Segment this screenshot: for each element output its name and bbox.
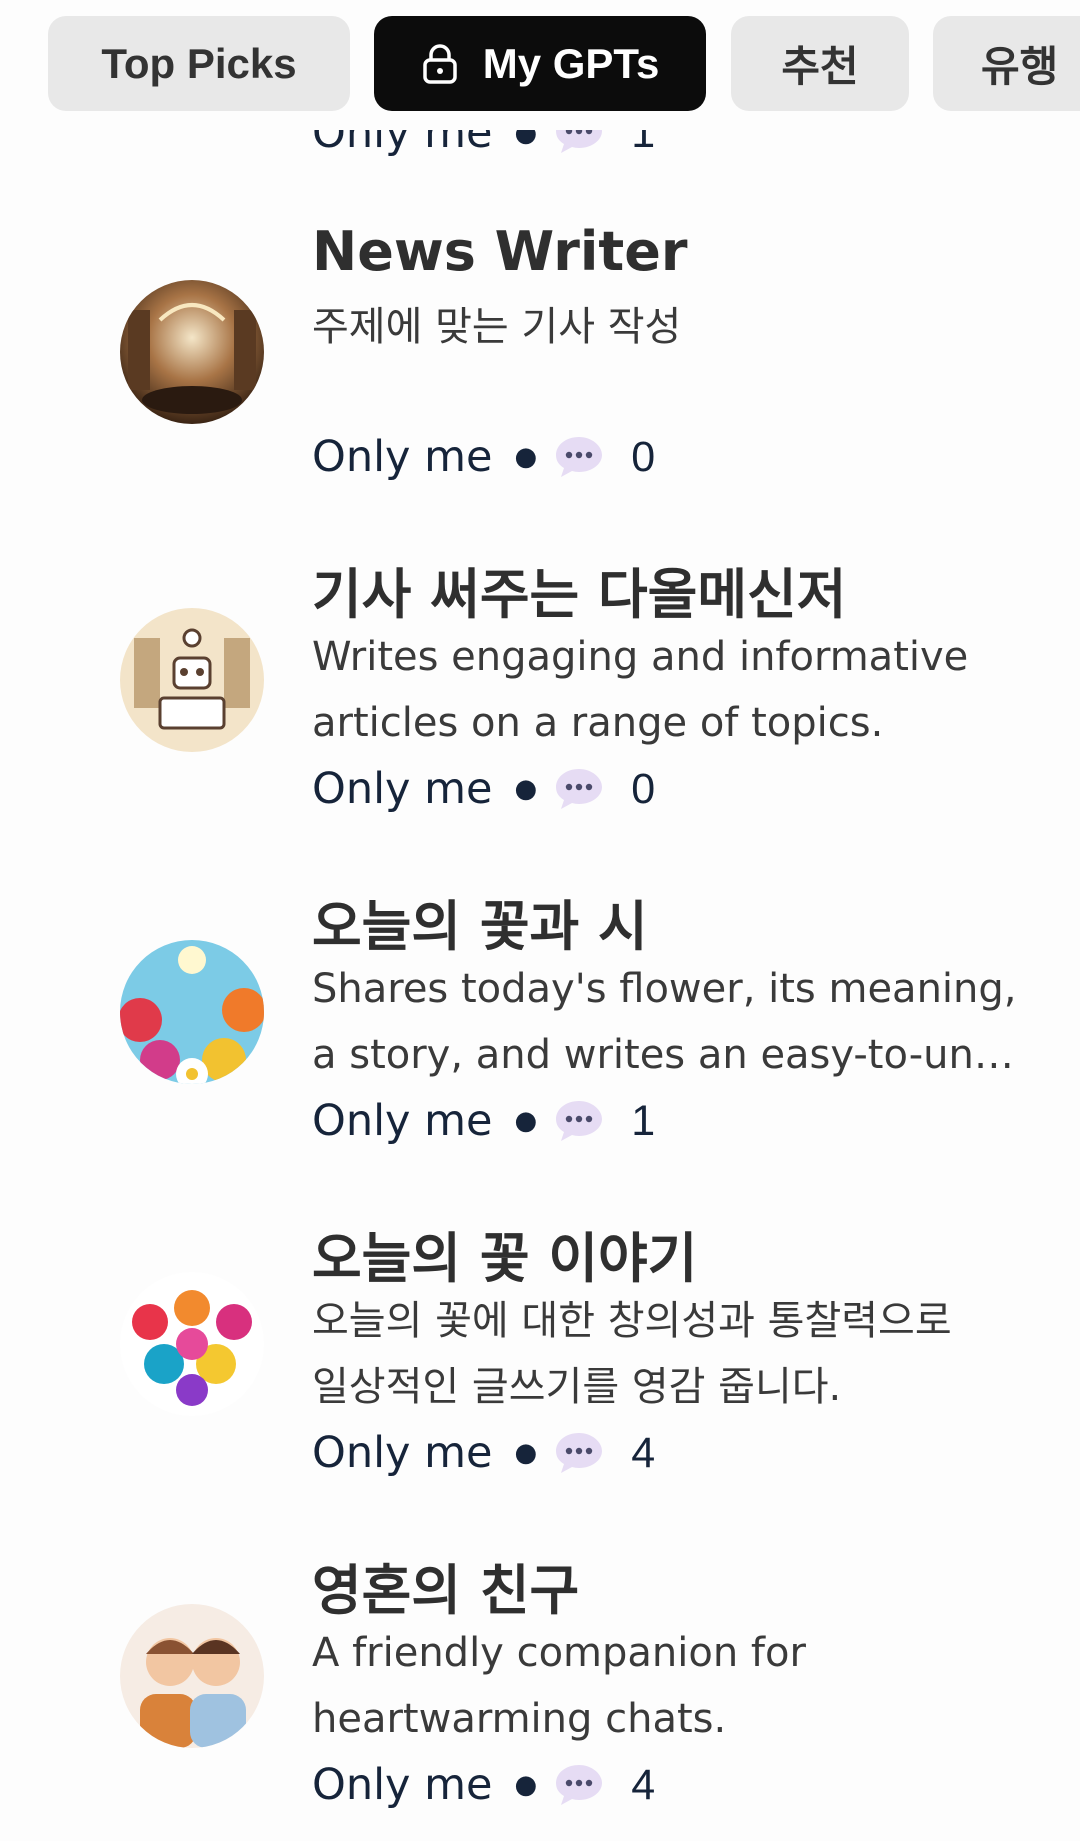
visibility-label: Only me bbox=[312, 1096, 493, 1146]
item-description: 주제에 맞는 기사 작성 bbox=[312, 294, 1052, 360]
category-tabs: Top Picks My GPTs 추천 유행 bbox=[0, 0, 1080, 130]
flower-bouquet-avatar bbox=[120, 1272, 264, 1416]
item-title: 기사 써주는 다올메신저 bbox=[312, 563, 847, 626]
tab-top-picks[interactable]: Top Picks bbox=[48, 16, 350, 111]
tab-recommended[interactable]: 추천 bbox=[731, 16, 909, 111]
friends-avatar bbox=[120, 1604, 264, 1748]
item-description: 오늘의 꽃에 대한 창의성과 통찰력으로 일상적인 글쓰기를 영감 줍니다. bbox=[312, 1288, 1052, 1420]
description-line: Shares today's flower, its meaning, bbox=[312, 966, 1017, 1012]
item-description: Shares today's flower, its meaning, a st… bbox=[312, 956, 1052, 1088]
chat-bubble-icon bbox=[553, 1430, 605, 1476]
tab-my-gpts[interactable]: My GPTs bbox=[374, 16, 706, 111]
description-line: a story, and writes an easy-to-un… bbox=[312, 1032, 1014, 1078]
library-avatar bbox=[120, 280, 264, 424]
flower-sky-avatar bbox=[120, 940, 264, 1084]
list-item[interactable]: 오늘의 꽃과 시 Shares today's flower, its mean… bbox=[0, 860, 1080, 1160]
robot-typewriter-avatar bbox=[120, 608, 264, 752]
chat-count: 1 bbox=[631, 1096, 656, 1145]
list-item[interactable]: 기사 써주는 다올메신저 Writes engaging and informa… bbox=[0, 528, 1080, 828]
visibility-label: Only me bbox=[312, 432, 493, 482]
description-line: articles on a range of topics. bbox=[312, 700, 884, 746]
separator-dot: ● bbox=[514, 1438, 538, 1468]
item-description: A friendly companion for heartwarming ch… bbox=[312, 1620, 1052, 1752]
item-meta: Only me ● 4 bbox=[312, 1760, 655, 1810]
lock-icon bbox=[421, 43, 459, 85]
item-description: Writes engaging and informative articles… bbox=[312, 624, 1052, 756]
chat-bubble-icon bbox=[553, 1762, 605, 1808]
description-line: Writes engaging and informative bbox=[312, 634, 969, 680]
separator-dot: ● bbox=[514, 1106, 538, 1136]
tab-label: 추천 bbox=[781, 43, 859, 90]
separator-dot: ● bbox=[514, 1770, 538, 1800]
chat-count: 4 bbox=[631, 1760, 656, 1809]
description-line: 오늘의 꽃에 대한 창의성과 통찰력으로 bbox=[312, 1298, 952, 1344]
visibility-label: Only me bbox=[312, 1760, 493, 1810]
list-item[interactable]: 영혼의 친구 A friendly companion for heartwar… bbox=[0, 1524, 1080, 1824]
chat-bubble-icon bbox=[553, 1098, 605, 1144]
chat-count: 4 bbox=[631, 1428, 656, 1477]
item-meta: Only me ● 4 bbox=[312, 1428, 655, 1478]
tab-label: My GPTs bbox=[482, 39, 660, 87]
item-title: 영혼의 친구 bbox=[312, 1559, 580, 1622]
tab-label: Top Picks bbox=[101, 39, 297, 87]
visibility-label: Only me bbox=[312, 1428, 493, 1478]
tab-label: 유행 bbox=[981, 43, 1059, 90]
item-title: 오늘의 꽃 이야기 bbox=[312, 1227, 698, 1290]
separator-dot: ● bbox=[514, 774, 538, 804]
gpt-list: Only me ● 1 News Writer 주제에 맞는 기사 작성 Onl… bbox=[0, 0, 1080, 1841]
item-title: 오늘의 꽃과 시 bbox=[312, 895, 648, 958]
item-meta: Only me ● 0 bbox=[312, 432, 655, 482]
chat-count: 0 bbox=[631, 432, 656, 481]
description-line: heartwarming chats. bbox=[312, 1696, 727, 1742]
item-meta: Only me ● 0 bbox=[312, 764, 655, 814]
chat-bubble-icon bbox=[553, 434, 605, 480]
list-item[interactable]: News Writer 주제에 맞는 기사 작성 Only me ● 0 bbox=[0, 196, 1080, 496]
separator-dot: ● bbox=[514, 442, 538, 472]
chat-bubble-icon bbox=[553, 766, 605, 812]
item-title: News Writer bbox=[312, 220, 688, 283]
tab-trending[interactable]: 유행 bbox=[933, 16, 1080, 111]
item-meta: Only me ● 1 bbox=[312, 1096, 655, 1146]
chat-count: 0 bbox=[631, 764, 656, 813]
description-line: A friendly companion for bbox=[312, 1630, 806, 1676]
list-item[interactable]: 오늘의 꽃 이야기 오늘의 꽃에 대한 창의성과 통찰력으로 일상적인 글쓰기를… bbox=[0, 1192, 1080, 1492]
visibility-label: Only me bbox=[312, 764, 493, 814]
description-line: 주제에 맞는 기사 작성 bbox=[312, 304, 682, 350]
description-line: 일상적인 글쓰기를 영감 줍니다. bbox=[312, 1364, 842, 1410]
